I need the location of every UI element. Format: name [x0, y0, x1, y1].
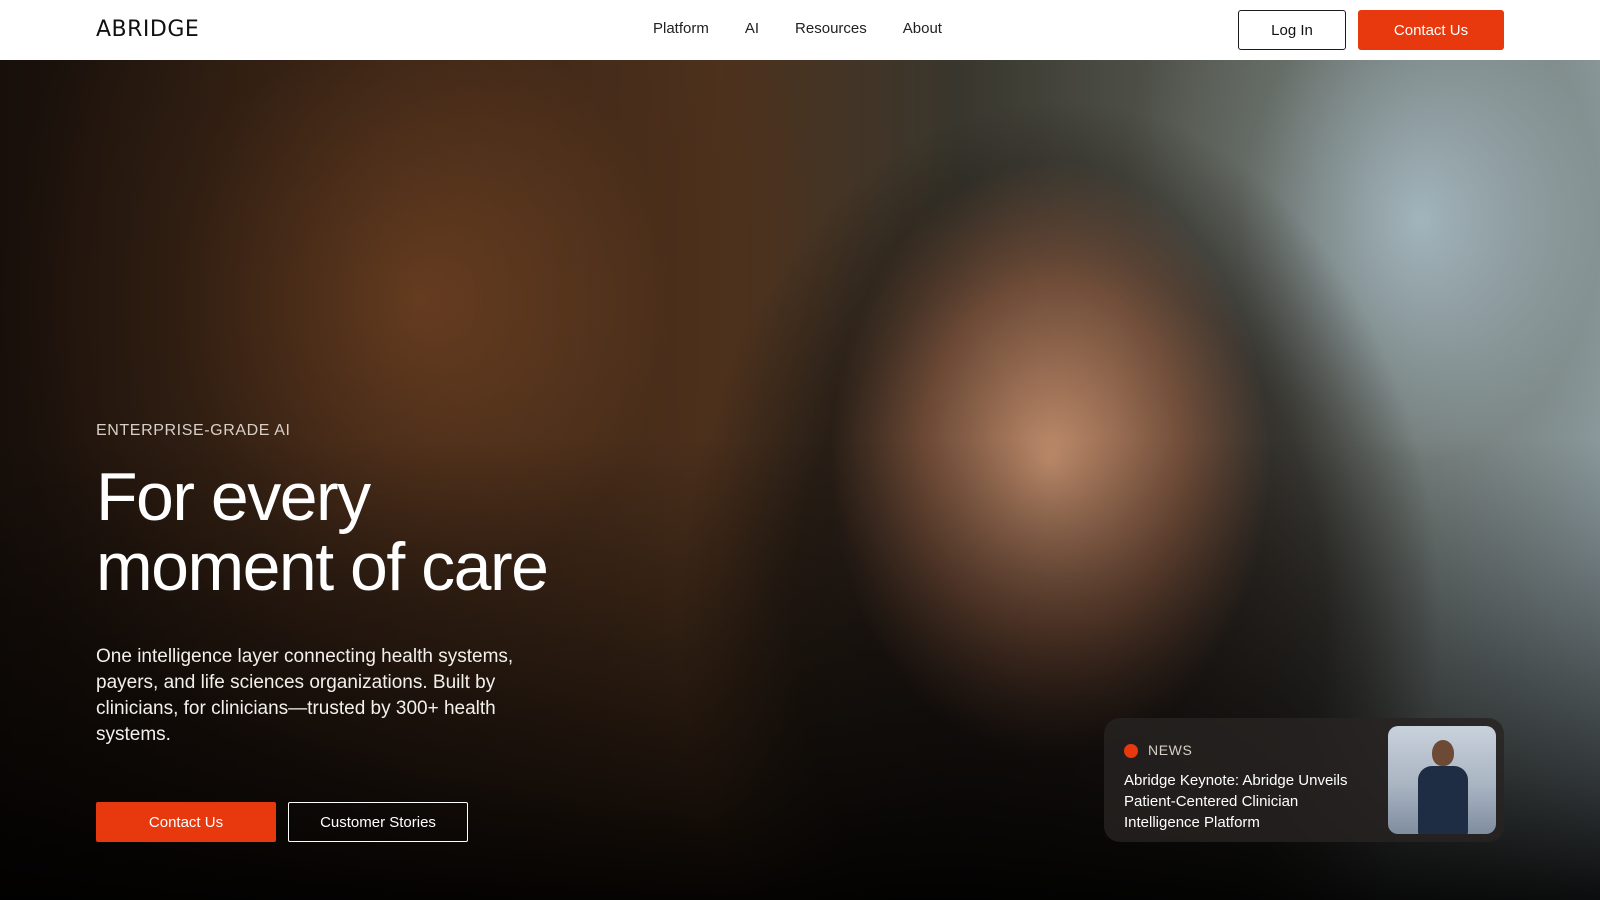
news-thumbnail: [1388, 726, 1496, 834]
hero-contact-button[interactable]: Contact Us: [96, 802, 276, 842]
abridge-logo[interactable]: ABRIDGE: [96, 17, 199, 42]
hero-description: One intelligence layer connecting health…: [96, 646, 514, 745]
nav-item-about[interactable]: About: [903, 20, 942, 37]
news-tag: NEWS: [1148, 742, 1193, 758]
main-nav: Platform AI Resources About: [653, 20, 942, 37]
nav-item-resources[interactable]: Resources: [795, 20, 867, 37]
headline-line-1: For every: [96, 459, 371, 535]
news-card[interactable]: NEWS Abridge Keynote: Abridge Unveils Pa…: [1104, 718, 1504, 842]
login-button[interactable]: Log In: [1238, 10, 1346, 50]
customer-stories-button[interactable]: Customer Stories: [288, 802, 468, 842]
headline-line-2: moment of care: [96, 529, 549, 605]
hero-eyebrow: ENTERPRISE-GRADE AI: [96, 422, 291, 439]
site-header: ABRIDGE Platform AI Resources About Log …: [0, 0, 1600, 60]
nav-item-platform[interactable]: Platform: [653, 20, 709, 37]
header-contact-button[interactable]: Contact Us: [1358, 10, 1504, 50]
news-title[interactable]: Abridge Keynote: Abridge Unveils Patient…: [1124, 770, 1372, 833]
nav-item-ai[interactable]: AI: [745, 20, 759, 37]
hero-headline: For every moment of care: [96, 462, 696, 602]
thumbnail-person-body: [1418, 766, 1468, 834]
news-dot-icon: [1124, 744, 1138, 758]
thumbnail-person-head: [1432, 740, 1454, 766]
